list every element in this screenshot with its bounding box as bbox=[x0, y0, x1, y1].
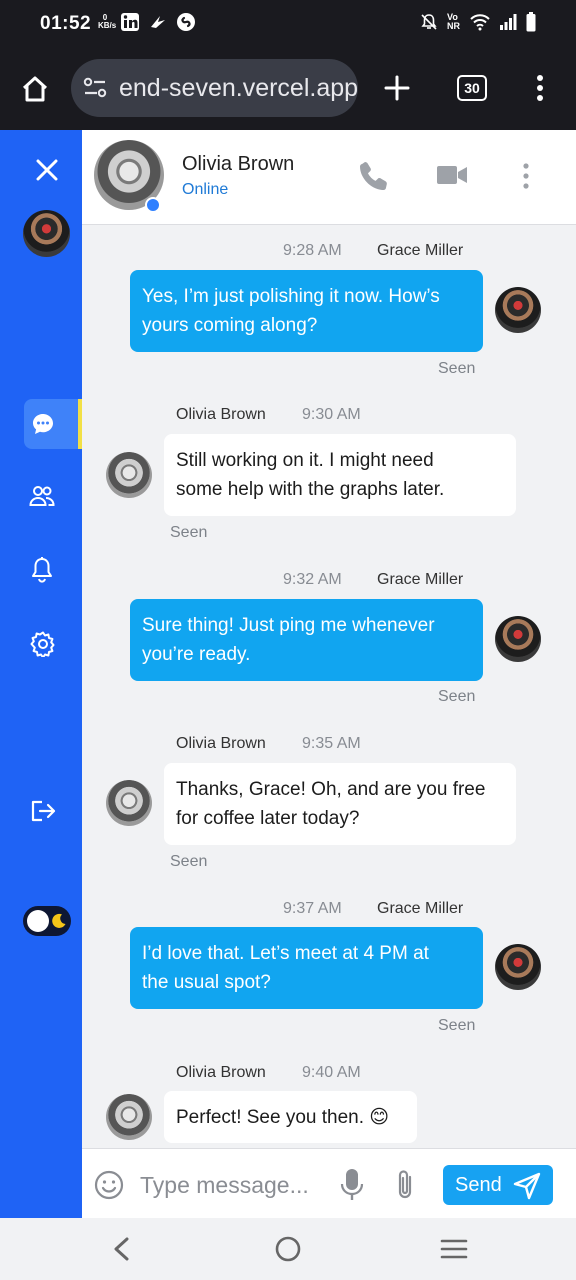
system-nav-bar bbox=[0, 1218, 576, 1280]
message-time: 9:30 AM bbox=[302, 406, 361, 423]
new-tab-icon[interactable] bbox=[384, 75, 410, 101]
status-icons-right: Vo NR bbox=[420, 12, 536, 32]
message-time: 9:28 AM bbox=[283, 242, 342, 259]
contacts-icon[interactable] bbox=[29, 485, 55, 507]
seen-status: Seen bbox=[170, 853, 208, 870]
close-icon[interactable] bbox=[36, 159, 58, 181]
message-time: 9:40 AM bbox=[302, 1064, 361, 1081]
status-bar: 01:52 0 KB/s Vo NR bbox=[0, 0, 576, 48]
contact-status: Online bbox=[182, 181, 229, 198]
back-icon[interactable] bbox=[112, 1237, 130, 1261]
send-button-label: Send bbox=[455, 1174, 502, 1196]
recents-menu-icon[interactable] bbox=[440, 1239, 468, 1259]
message-bubble-incoming[interactable]: Still working on it. I might need some h… bbox=[164, 434, 516, 516]
chat-header: Olivia Brown Online bbox=[82, 130, 576, 225]
message-time: 9:32 AM bbox=[283, 571, 342, 588]
battery-icon bbox=[526, 12, 536, 32]
sender-avatar bbox=[106, 1094, 152, 1140]
toggle-knob bbox=[27, 910, 49, 932]
attachment-icon[interactable] bbox=[393, 1168, 417, 1202]
wifi-icon bbox=[470, 14, 490, 31]
message-list: 9:28 AM Grace Miller Yes, I’m just polis… bbox=[82, 224, 576, 1148]
chat-more-icon[interactable] bbox=[522, 163, 530, 189]
home-icon[interactable] bbox=[20, 74, 50, 104]
message-line: Sure thing! Just ping me whenever bbox=[142, 615, 435, 636]
sidebar bbox=[0, 130, 82, 1218]
video-call-icon[interactable] bbox=[436, 164, 468, 186]
settings-gear-icon[interactable] bbox=[30, 631, 56, 657]
message-sender: Grace Miller bbox=[377, 571, 464, 588]
message-input[interactable] bbox=[138, 1167, 322, 1203]
chat-bubble-icon bbox=[33, 414, 53, 434]
message-bubble-outgoing[interactable]: Sure thing! Just ping me whenever you’re… bbox=[130, 599, 483, 681]
moon-icon bbox=[52, 913, 66, 928]
seen-status: Seen bbox=[170, 524, 208, 541]
message-sender: Grace Miller bbox=[377, 242, 464, 259]
message-line: Thanks, Grace! Oh, and are you free bbox=[176, 779, 486, 800]
seen-status: Seen bbox=[438, 688, 476, 705]
message-time: 9:35 AM bbox=[302, 735, 361, 752]
microphone-icon[interactable] bbox=[340, 1168, 364, 1202]
message-sender: Grace Miller bbox=[377, 900, 464, 917]
seen-status: Seen bbox=[438, 360, 476, 377]
message-bubble-outgoing[interactable]: I’d love that. Let’s meet at 4 PM at the… bbox=[130, 927, 483, 1009]
sender-avatar bbox=[495, 944, 541, 990]
bell-icon[interactable] bbox=[31, 556, 53, 584]
volte-icon: Vo NR bbox=[447, 12, 460, 31]
signal-icon bbox=[500, 14, 517, 30]
message-time: 9:37 AM bbox=[283, 900, 342, 917]
seen-status: Seen bbox=[438, 1017, 476, 1034]
sender-avatar bbox=[106, 452, 152, 498]
site-settings-icon[interactable] bbox=[83, 77, 107, 99]
message-bubble-incoming[interactable]: Thanks, Grace! Oh, and are you free for … bbox=[164, 763, 516, 845]
status-icons-left: 0 KB/s bbox=[98, 12, 196, 32]
browser-menu-icon[interactable] bbox=[536, 75, 544, 101]
message-line: Perfect! See you then. 😊 bbox=[176, 1107, 390, 1128]
emoji-icon[interactable] bbox=[94, 1170, 124, 1200]
sender-avatar bbox=[106, 780, 152, 826]
message-bubble-incoming[interactable]: Perfect! See you then. 😊 bbox=[164, 1091, 417, 1143]
message-line: the usual spot? bbox=[142, 972, 271, 993]
linkedin-icon bbox=[121, 13, 139, 31]
tab-switcher-button[interactable]: 30 bbox=[457, 75, 487, 101]
sender-avatar bbox=[495, 287, 541, 333]
message-line: yours coming along? bbox=[142, 315, 318, 336]
phone-call-icon[interactable] bbox=[358, 160, 390, 192]
sidebar-item-chats[interactable] bbox=[24, 399, 80, 449]
message-sender: Olivia Brown bbox=[176, 406, 266, 423]
message-composer: Send bbox=[82, 1148, 576, 1219]
message-bubble-outgoing[interactable]: Yes, I’m just polishing it now. How’s yo… bbox=[130, 270, 483, 352]
contact-name: Olivia Brown bbox=[182, 153, 295, 175]
url-bar[interactable]: end-seven.vercel.app bbox=[71, 59, 358, 117]
message-line: Still working on it. I might need bbox=[176, 450, 434, 471]
home-circle-icon[interactable] bbox=[275, 1236, 301, 1262]
message-sender: Olivia Brown bbox=[176, 735, 266, 752]
message-line: some help with the graphs later. bbox=[176, 479, 445, 500]
logout-icon[interactable] bbox=[30, 800, 56, 822]
browser-toolbar: end-seven.vercel.app 30 bbox=[0, 48, 576, 130]
url-text: end-seven.vercel.app bbox=[119, 74, 358, 102]
message-line: I’d love that. Let’s meet at 4 PM at bbox=[142, 943, 429, 964]
send-arrow-icon bbox=[513, 1172, 541, 1200]
data-speed-text: 0 KB/s bbox=[98, 13, 117, 30]
mute-icon bbox=[421, 14, 437, 30]
sender-avatar bbox=[495, 616, 541, 662]
shazam-icon bbox=[177, 13, 195, 31]
online-indicator bbox=[145, 197, 161, 213]
status-time: 01:52 bbox=[40, 13, 92, 34]
message-sender: Olivia Brown bbox=[176, 1064, 266, 1081]
message-line: for coffee later today? bbox=[176, 808, 360, 829]
profile-avatar[interactable] bbox=[23, 210, 70, 257]
bird-icon bbox=[151, 16, 165, 28]
message-line: you’re ready. bbox=[142, 644, 251, 665]
send-button[interactable]: Send bbox=[443, 1165, 553, 1205]
theme-toggle[interactable] bbox=[23, 906, 71, 936]
message-line: Yes, I’m just polishing it now. How’s bbox=[142, 286, 440, 307]
